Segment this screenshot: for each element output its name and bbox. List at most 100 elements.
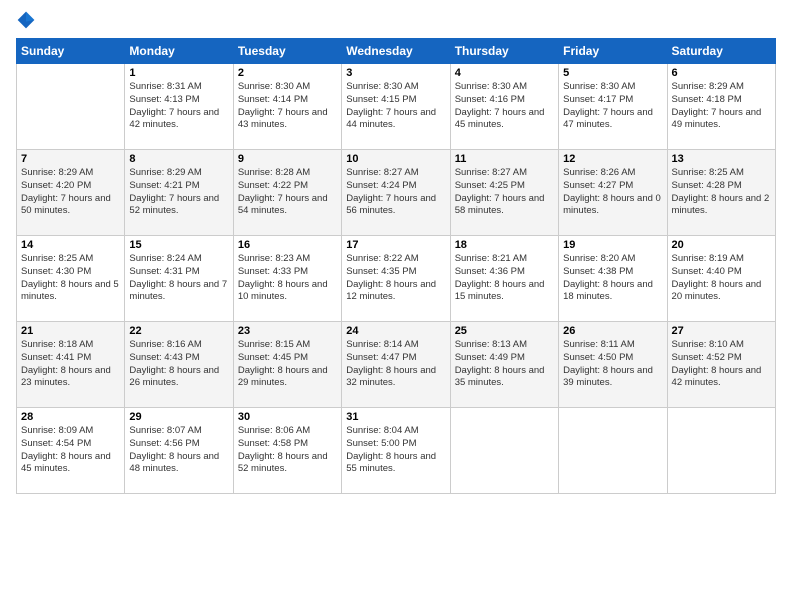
day-number: 28 bbox=[21, 411, 120, 423]
day-number: 4 bbox=[455, 67, 554, 79]
day-number: 23 bbox=[238, 325, 337, 337]
weekday-header-saturday: Saturday bbox=[667, 39, 775, 64]
calendar-week-1: 1 Sunrise: 8:31 AMSunset: 4:13 PMDaylight… bbox=[17, 64, 776, 150]
day-info: Sunrise: 8:04 AMSunset: 5:00 PMDaylight:… bbox=[346, 425, 445, 476]
day-number: 14 bbox=[21, 239, 120, 251]
day-info: Sunrise: 8:13 AMSunset: 4:49 PMDaylight:… bbox=[455, 339, 554, 390]
day-number: 1 bbox=[129, 67, 228, 79]
day-info: Sunrise: 8:15 AMSunset: 4:45 PMDaylight:… bbox=[238, 339, 337, 390]
calendar-cell bbox=[667, 408, 775, 494]
calendar-week-2: 7 Sunrise: 8:29 AMSunset: 4:20 PMDaylight… bbox=[17, 150, 776, 236]
calendar-cell: 13Sunrise: 8:25 AMSunset: 4:28 PMDayligh… bbox=[667, 150, 775, 236]
weekday-header-row: SundayMondayTuesdayWednesdayThursdayFrid… bbox=[17, 39, 776, 64]
calendar-cell: 2Sunrise: 8:30 AMSunset: 4:14 PMDaylight… bbox=[233, 64, 341, 150]
day-number: 16 bbox=[238, 239, 337, 251]
day-info: Sunrise: 8:16 AMSunset: 4:43 PMDaylight:… bbox=[129, 339, 228, 390]
day-number: 15 bbox=[129, 239, 228, 251]
day-info: Sunrise: 8:30 AMSunset: 4:15 PMDaylight:… bbox=[346, 81, 445, 132]
calendar-cell: 12 Sunrise: 8:26 AMSunset: 4:27 PMDayligh… bbox=[559, 150, 667, 236]
weekday-header-sunday: Sunday bbox=[17, 39, 125, 64]
calendar-cell: 22Sunrise: 8:16 AMSunset: 4:43 PMDayligh… bbox=[125, 322, 233, 408]
day-number: 9 bbox=[238, 153, 337, 165]
calendar-cell: 25Sunrise: 8:13 AMSunset: 4:49 PMDayligh… bbox=[450, 322, 558, 408]
calendar-cell: 3 Sunrise: 8:30 AMSunset: 4:15 PMDaylight… bbox=[342, 64, 450, 150]
calendar-cell: 27Sunrise: 8:10 AMSunset: 4:52 PMDayligh… bbox=[667, 322, 775, 408]
logo bbox=[16, 10, 40, 30]
day-info: Sunrise: 8:22 AMSunset: 4:35 PMDaylight:… bbox=[346, 253, 445, 304]
logo-icon bbox=[16, 10, 36, 30]
day-info: Sunrise: 8:10 AMSunset: 4:52 PMDaylight:… bbox=[672, 339, 771, 390]
calendar-cell: 11 Sunrise: 8:27 AMSunset: 4:25 PMDayligh… bbox=[450, 150, 558, 236]
calendar-week-5: 28 Sunrise: 8:09 AMSunset: 4:54 PMDayligh… bbox=[17, 408, 776, 494]
day-info: Sunrise: 8:23 AMSunset: 4:33 PMDaylight:… bbox=[238, 253, 337, 304]
calendar-cell bbox=[450, 408, 558, 494]
day-info: Sunrise: 8:28 AMSunset: 4:22 PMDaylight:… bbox=[238, 167, 337, 218]
calendar-cell: 20Sunrise: 8:19 AMSunset: 4:40 PMDayligh… bbox=[667, 236, 775, 322]
day-number: 6 bbox=[672, 67, 771, 79]
calendar-cell: 24 Sunrise: 8:14 AMSunset: 4:47 PMDayligh… bbox=[342, 322, 450, 408]
calendar-cell: 14 Sunrise: 8:25 AMSunset: 4:30 PMDayligh… bbox=[17, 236, 125, 322]
calendar-cell bbox=[17, 64, 125, 150]
calendar-cell: 21 Sunrise: 8:18 AMSunset: 4:41 PMDayligh… bbox=[17, 322, 125, 408]
day-number: 19 bbox=[563, 239, 662, 251]
day-number: 31 bbox=[346, 411, 445, 423]
calendar-table: SundayMondayTuesdayWednesdayThursdayFrid… bbox=[16, 38, 776, 494]
day-info: Sunrise: 8:14 AMSunset: 4:47 PMDaylight:… bbox=[346, 339, 445, 390]
day-info: Sunrise: 8:20 AMSunset: 4:38 PMDaylight:… bbox=[563, 253, 662, 304]
day-info: Sunrise: 8:29 AMSunset: 4:18 PMDaylight:… bbox=[672, 81, 771, 132]
calendar-cell: 1 Sunrise: 8:31 AMSunset: 4:13 PMDaylight… bbox=[125, 64, 233, 150]
calendar-cell: 9 Sunrise: 8:28 AMSunset: 4:22 PMDaylight… bbox=[233, 150, 341, 236]
day-info: Sunrise: 8:27 AMSunset: 4:25 PMDaylight:… bbox=[455, 167, 554, 218]
weekday-header-thursday: Thursday bbox=[450, 39, 558, 64]
day-info: Sunrise: 8:21 AMSunset: 4:36 PMDaylight:… bbox=[455, 253, 554, 304]
header bbox=[16, 10, 776, 30]
weekday-header-tuesday: Tuesday bbox=[233, 39, 341, 64]
day-number: 2 bbox=[238, 67, 337, 79]
calendar-cell: 31 Sunrise: 8:04 AMSunset: 5:00 PMDayligh… bbox=[342, 408, 450, 494]
day-info: Sunrise: 8:06 AMSunset: 4:58 PMDaylight:… bbox=[238, 425, 337, 476]
day-info: Sunrise: 8:09 AMSunset: 4:54 PMDaylight:… bbox=[21, 425, 120, 476]
day-info: Sunrise: 8:18 AMSunset: 4:41 PMDaylight:… bbox=[21, 339, 120, 390]
weekday-header-monday: Monday bbox=[125, 39, 233, 64]
day-number: 12 bbox=[563, 153, 662, 165]
day-info: Sunrise: 8:07 AMSunset: 4:56 PMDaylight:… bbox=[129, 425, 228, 476]
calendar-cell: 5Sunrise: 8:30 AMSunset: 4:17 PMDaylight… bbox=[559, 64, 667, 150]
day-info: Sunrise: 8:25 AMSunset: 4:30 PMDaylight:… bbox=[21, 253, 120, 304]
day-number: 8 bbox=[129, 153, 228, 165]
calendar-week-4: 21 Sunrise: 8:18 AMSunset: 4:41 PMDayligh… bbox=[17, 322, 776, 408]
day-number: 11 bbox=[455, 153, 554, 165]
day-number: 30 bbox=[238, 411, 337, 423]
calendar-cell: 26Sunrise: 8:11 AMSunset: 4:50 PMDayligh… bbox=[559, 322, 667, 408]
weekday-header-wednesday: Wednesday bbox=[342, 39, 450, 64]
weekday-header-friday: Friday bbox=[559, 39, 667, 64]
calendar-cell: 15 Sunrise: 8:24 AMSunset: 4:31 PMDayligh… bbox=[125, 236, 233, 322]
day-info: Sunrise: 8:31 AMSunset: 4:13 PMDaylight:… bbox=[129, 81, 228, 132]
calendar-cell bbox=[559, 408, 667, 494]
day-info: Sunrise: 8:29 AMSunset: 4:20 PMDaylight:… bbox=[21, 167, 120, 218]
calendar-cell: 10 Sunrise: 8:27 AMSunset: 4:24 PMDayligh… bbox=[342, 150, 450, 236]
day-info: Sunrise: 8:11 AMSunset: 4:50 PMDaylight:… bbox=[563, 339, 662, 390]
calendar-cell: 30 Sunrise: 8:06 AMSunset: 4:58 PMDayligh… bbox=[233, 408, 341, 494]
calendar-week-3: 14 Sunrise: 8:25 AMSunset: 4:30 PMDayligh… bbox=[17, 236, 776, 322]
calendar-cell: 17Sunrise: 8:22 AMSunset: 4:35 PMDayligh… bbox=[342, 236, 450, 322]
calendar-cell: 23 Sunrise: 8:15 AMSunset: 4:45 PMDayligh… bbox=[233, 322, 341, 408]
day-number: 21 bbox=[21, 325, 120, 337]
day-number: 10 bbox=[346, 153, 445, 165]
day-info: Sunrise: 8:24 AMSunset: 4:31 PMDaylight:… bbox=[129, 253, 228, 304]
calendar-cell: 6 Sunrise: 8:29 AMSunset: 4:18 PMDaylight… bbox=[667, 64, 775, 150]
day-number: 18 bbox=[455, 239, 554, 251]
day-info: Sunrise: 8:29 AMSunset: 4:21 PMDaylight:… bbox=[129, 167, 228, 218]
calendar-cell: 16 Sunrise: 8:23 AMSunset: 4:33 PMDayligh… bbox=[233, 236, 341, 322]
day-info: Sunrise: 8:26 AMSunset: 4:27 PMDaylight:… bbox=[563, 167, 662, 218]
day-number: 3 bbox=[346, 67, 445, 79]
calendar-cell: 19 Sunrise: 8:20 AMSunset: 4:38 PMDayligh… bbox=[559, 236, 667, 322]
calendar-cell: 28 Sunrise: 8:09 AMSunset: 4:54 PMDayligh… bbox=[17, 408, 125, 494]
day-info: Sunrise: 8:27 AMSunset: 4:24 PMDaylight:… bbox=[346, 167, 445, 218]
day-number: 7 bbox=[21, 153, 120, 165]
page: SundayMondayTuesdayWednesdayThursdayFrid… bbox=[0, 0, 792, 612]
day-info: Sunrise: 8:19 AMSunset: 4:40 PMDaylight:… bbox=[672, 253, 771, 304]
day-number: 24 bbox=[346, 325, 445, 337]
day-number: 5 bbox=[563, 67, 662, 79]
calendar-cell: 8 Sunrise: 8:29 AMSunset: 4:21 PMDaylight… bbox=[125, 150, 233, 236]
day-number: 13 bbox=[672, 153, 771, 165]
